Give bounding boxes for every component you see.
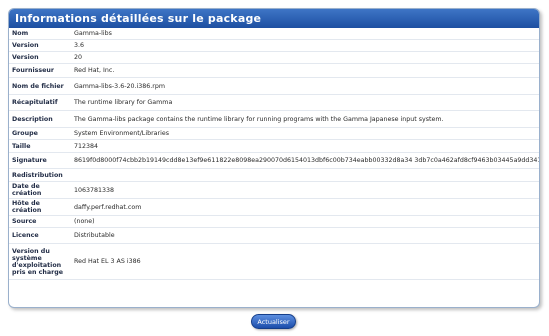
detail-value: 712384 [74,142,99,150]
detail-row: Nom Gamma-libs [9,28,539,40]
detail-value: Gamma-libs [74,30,112,37]
detail-label: Version [12,42,39,49]
detail-value: 3.6 [74,42,85,49]
detail-label: Licence [12,232,39,239]
detail-row: Licence Distributable [9,228,539,244]
detail-value: The Gamma-libs package contains the runt… [74,115,444,123]
detail-value: 1063781338 [74,186,115,194]
detail-row: Description The Gamma-libs package contai… [9,111,539,128]
detail-label: Signature [12,157,47,164]
detail-row: Version 3.6 [9,40,539,52]
panel-title: Informations détaillées sur le package [9,9,539,28]
package-details-panel: Informations détaillées sur le package N… [8,8,540,308]
detail-value: Gamma-libs-3.6-20.i386.rpm [74,82,165,90]
detail-label: Source [12,218,37,225]
detail-value: 8619f0d8000f74cbb2b19149cdd8e13ef9e61182… [74,157,539,164]
detail-label: Fournisseur [12,67,54,74]
detail-row: Redistribution [9,169,539,182]
refresh-button[interactable]: Actualiser [251,314,296,329]
detail-row: Nom de fichier Gamma-libs-3.6-20.i386.rpm [9,78,539,95]
detail-label: Version du système d'exploitation pris e… [12,247,64,276]
detail-label: Nom [12,30,29,37]
detail-row: Hôte de création daffy.perf.redhat.com [9,199,539,216]
detail-value: daffy.perf.redhat.com [74,203,142,211]
detail-row: Version du système d'exploitation pris e… [9,244,539,280]
detail-row: Signature 8619f0d8000f74cbb2b19149cdd8e13… [9,153,539,169]
detail-label: Groupe [12,130,38,137]
detail-row: Taille 712384 [9,140,539,153]
detail-row: Récapitulatif The runtime library for Gam… [9,95,539,111]
detail-row: Date de création 1063781338 [9,182,539,199]
detail-value: Distributable [74,232,115,239]
detail-value: Red Hat, Inc. [74,67,115,74]
detail-label: Récapitulatif [12,99,58,106]
detail-value: Red Hat EL 3 AS i386 [74,258,141,265]
detail-value: 20 [74,54,83,61]
detail-label: Date de création [12,183,42,197]
detail-row: Source (none) [9,216,539,228]
detail-value: The runtime library for Gamma [74,99,173,106]
detail-row: Fournisseur Red Hat, Inc. [9,64,539,78]
detail-label: Version [12,54,39,61]
detail-label: Nom de fichier [12,82,64,90]
detail-value: System Environment/Libraries [74,130,170,137]
detail-row: Groupe System Environment/Libraries [9,128,539,140]
details-table: Nom Gamma-libs Version 3.6 Version 20 Fourniss… [9,28,539,280]
detail-label: Description [12,115,53,123]
detail-value [70,169,539,181]
detail-label: Hôte de création [12,200,42,214]
detail-row: Version 20 [9,52,539,64]
detail-label: Redistribution [12,171,63,179]
detail-value: (none) [74,218,95,225]
detail-label: Taille [12,142,31,150]
